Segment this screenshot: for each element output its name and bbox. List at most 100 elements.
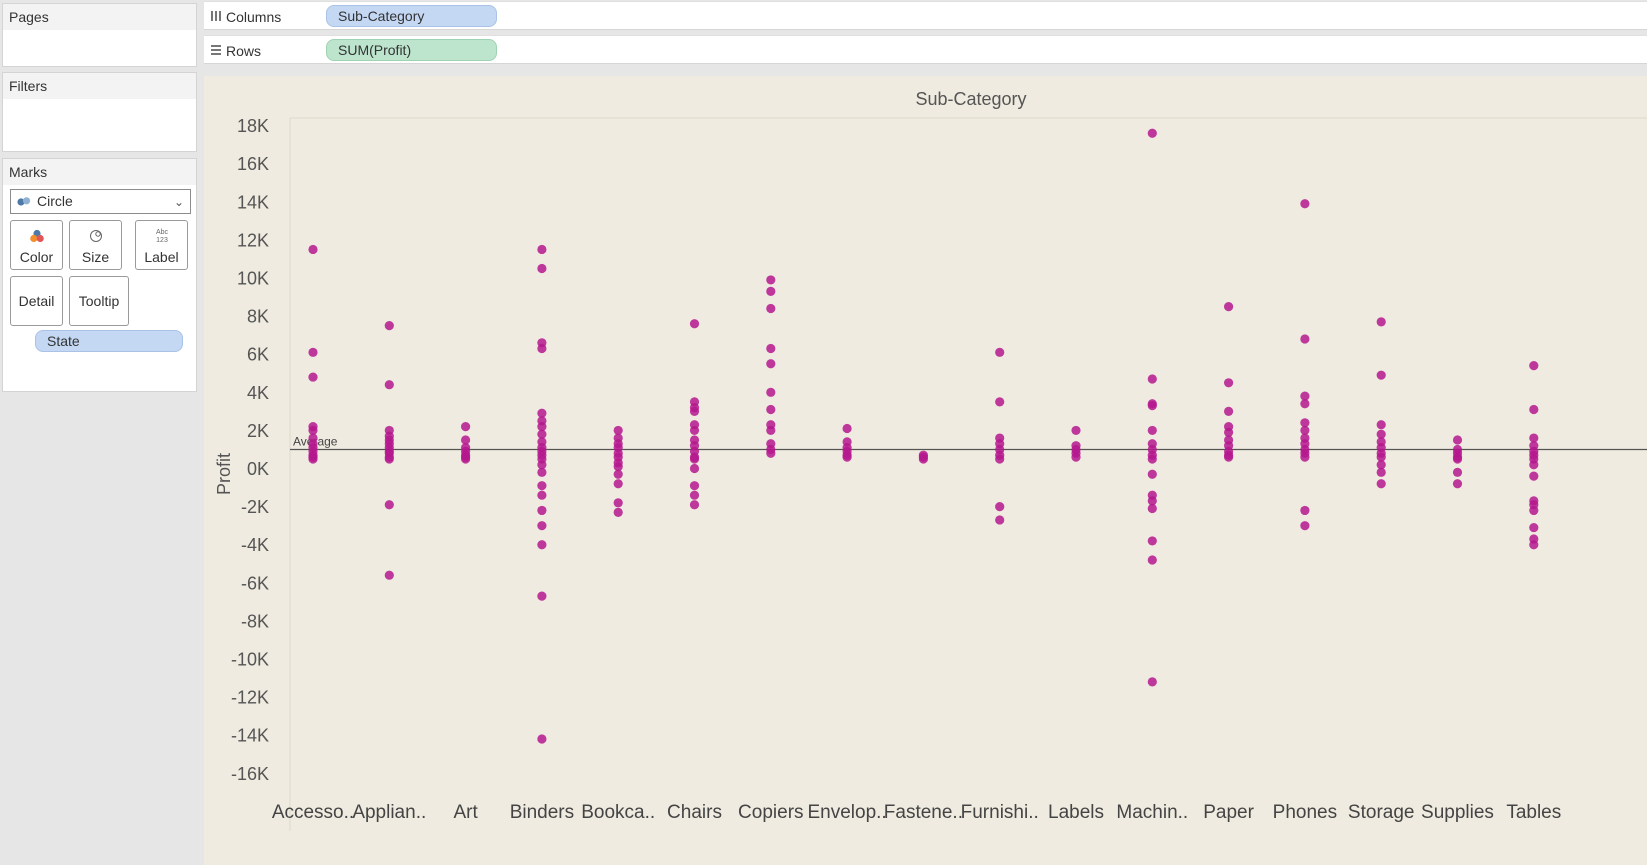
data-point[interactable] — [766, 404, 776, 415]
sum-profit-pill[interactable]: SUM(Profit) — [326, 39, 497, 61]
data-point[interactable] — [1147, 536, 1157, 546]
data-point[interactable] — [1376, 420, 1386, 430]
data-point[interactable] — [384, 500, 394, 510]
data-point[interactable] — [308, 244, 318, 255]
data-point[interactable] — [1224, 302, 1234, 312]
data-point[interactable] — [766, 303, 776, 314]
data-point[interactable] — [1147, 128, 1157, 138]
data-point[interactable] — [1300, 521, 1310, 531]
data-point[interactable] — [1529, 471, 1539, 481]
data-point[interactable] — [689, 425, 700, 436]
data-point[interactable] — [766, 359, 776, 369]
state-detail-pill[interactable]: State — [35, 330, 183, 352]
data-point[interactable] — [308, 454, 318, 464]
data-point[interactable] — [384, 380, 394, 390]
data-point[interactable] — [995, 397, 1005, 407]
data-point[interactable] — [689, 463, 700, 474]
data-point[interactable] — [995, 515, 1005, 525]
data-point[interactable] — [1529, 522, 1539, 533]
rows-shelf[interactable]: Rows SUM(Profit) — [204, 35, 1647, 64]
data-point[interactable] — [1376, 467, 1386, 477]
data-point[interactable] — [537, 467, 547, 477]
detail-button[interactable]: Detail — [10, 276, 63, 326]
data-point[interactable] — [1147, 503, 1157, 514]
data-point[interactable] — [689, 319, 700, 329]
filters-card[interactable]: Filters — [2, 72, 197, 152]
data-point[interactable] — [766, 387, 776, 397]
data-point[interactable] — [1376, 370, 1386, 380]
data-point[interactable] — [537, 263, 547, 274]
data-point[interactable] — [689, 490, 700, 500]
data-point[interactable] — [766, 286, 776, 296]
data-point[interactable] — [613, 498, 623, 508]
data-point[interactable] — [1376, 317, 1386, 327]
sub-category-pill[interactable]: Sub-Category — [326, 5, 497, 27]
data-point[interactable] — [1300, 199, 1310, 209]
data-point[interactable] — [842, 423, 852, 434]
viz-area[interactable]: Sub-Category Profit 18K 16K 14K 12K 10K 8K 6K 4… — [204, 76, 1647, 865]
data-point[interactable] — [995, 454, 1005, 464]
data-point[interactable] — [918, 454, 929, 464]
data-point[interactable] — [537, 734, 547, 744]
data-point[interactable] — [1452, 479, 1463, 489]
data-point[interactable] — [1529, 540, 1539, 550]
data-point[interactable] — [1529, 404, 1539, 415]
data-point[interactable] — [461, 422, 471, 432]
data-point[interactable] — [537, 505, 547, 516]
data-point[interactable] — [689, 500, 700, 510]
data-point[interactable] — [689, 481, 700, 491]
data-point[interactable] — [689, 406, 700, 416]
data-point[interactable] — [1147, 469, 1157, 479]
data-point[interactable] — [1452, 435, 1463, 445]
data-point[interactable] — [1147, 374, 1157, 384]
data-point[interactable] — [1147, 454, 1157, 464]
data-point[interactable] — [384, 454, 394, 464]
data-point[interactable] — [384, 321, 394, 331]
data-point[interactable] — [766, 448, 776, 458]
data-point[interactable] — [995, 502, 1005, 512]
data-point[interactable] — [1147, 555, 1157, 565]
data-point[interactable] — [766, 275, 776, 285]
data-point[interactable] — [537, 521, 547, 531]
data-point[interactable] — [1224, 378, 1234, 388]
data-point[interactable] — [1529, 361, 1539, 371]
size-button[interactable]: Size — [69, 220, 122, 270]
data-point[interactable] — [1300, 452, 1310, 462]
data-point[interactable] — [842, 452, 852, 462]
data-point[interactable] — [1147, 425, 1157, 436]
data-point[interactable] — [1071, 452, 1081, 462]
label-button[interactable]: Abc 123 Label — [135, 220, 188, 270]
data-point[interactable] — [1529, 505, 1539, 516]
data-point[interactable] — [537, 591, 547, 601]
data-point[interactable] — [1071, 425, 1081, 436]
data-point[interactable] — [689, 454, 700, 464]
data-point[interactable] — [384, 570, 394, 580]
data-point[interactable] — [1529, 460, 1539, 470]
data-point[interactable] — [766, 343, 776, 354]
data-point[interactable] — [1147, 401, 1157, 411]
data-point[interactable] — [1452, 467, 1463, 477]
data-point[interactable] — [1300, 505, 1310, 516]
data-point[interactable] — [308, 372, 318, 382]
data-point[interactable] — [537, 481, 547, 491]
data-point[interactable] — [1300, 399, 1310, 409]
data-point[interactable] — [995, 347, 1005, 357]
data-point[interactable] — [613, 507, 623, 517]
data-point[interactable] — [1224, 452, 1234, 462]
tooltip-button[interactable]: Tooltip — [69, 276, 129, 326]
data-point[interactable] — [1452, 454, 1463, 464]
columns-shelf[interactable]: Columns Sub-Category — [204, 1, 1647, 30]
color-button[interactable]: Color — [10, 220, 63, 270]
data-point[interactable] — [537, 343, 547, 354]
data-point[interactable] — [613, 479, 623, 489]
data-point[interactable] — [1147, 677, 1157, 687]
data-point[interactable] — [537, 490, 547, 500]
data-point[interactable] — [461, 454, 471, 464]
data-point[interactable] — [1300, 334, 1310, 344]
data-point[interactable] — [766, 425, 776, 436]
data-point[interactable] — [308, 347, 318, 357]
data-point[interactable] — [537, 540, 547, 550]
data-point[interactable] — [1224, 406, 1234, 416]
data-point[interactable] — [1376, 479, 1386, 489]
data-point[interactable] — [537, 244, 547, 255]
